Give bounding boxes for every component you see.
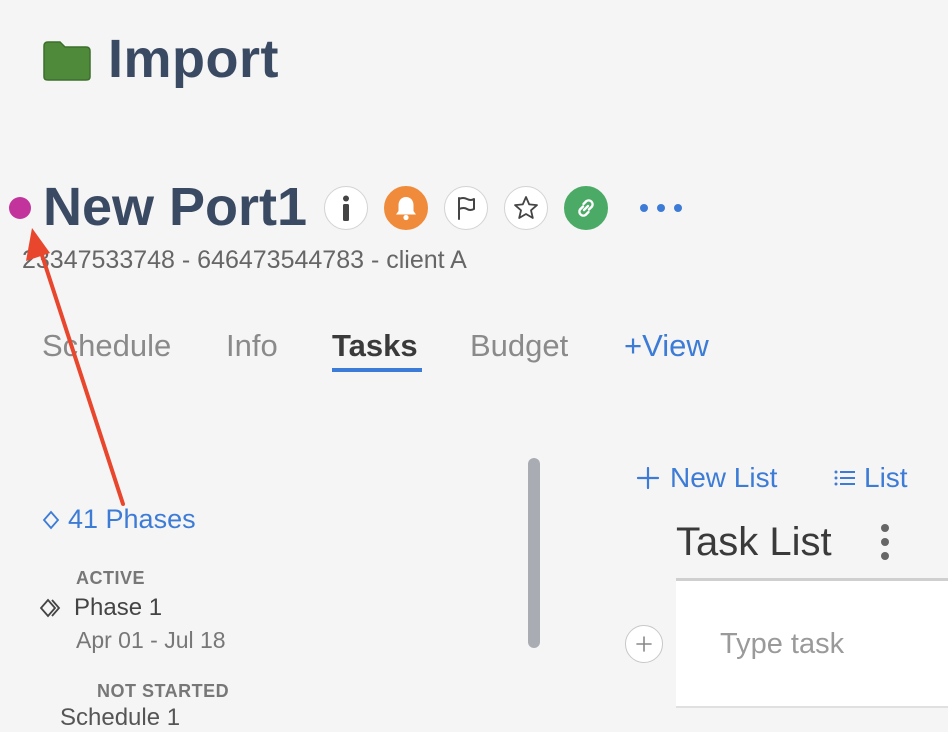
phase-diamond-icon: [40, 598, 61, 618]
status-group-label: NOT STARTED: [97, 681, 230, 701]
task-list-menu-button[interactable]: [878, 524, 892, 560]
task-input[interactable]: [704, 622, 948, 666]
phase-item[interactable]: Schedule 1: [60, 704, 180, 732]
add-task-button[interactable]: [625, 625, 663, 663]
project-subtitle: 23347533748 - 646473544783 - client A: [22, 246, 467, 274]
project-title: New Port1: [43, 177, 308, 237]
flag-button[interactable]: [444, 186, 488, 230]
task-card-divider: [676, 706, 948, 708]
link-button[interactable]: [564, 186, 608, 230]
tab-add-view[interactable]: +View: [624, 328, 709, 364]
list-view-button[interactable]: List: [834, 462, 908, 494]
list-view-label: List: [864, 462, 908, 493]
tab-info[interactable]: Info: [226, 328, 278, 364]
plus-icon: [636, 466, 660, 490]
info-icon: [343, 195, 349, 221]
phase-dates: Apr 01 - Jul 18: [76, 627, 226, 653]
more-options-button[interactable]: [640, 196, 682, 220]
list-icon: [834, 470, 855, 486]
bell-icon: [396, 197, 416, 221]
kebab-icon: [881, 524, 889, 532]
link-icon: [578, 199, 594, 217]
phases-link[interactable]: 41 Phases: [42, 504, 196, 535]
notifications-button[interactable]: [384, 186, 428, 230]
phase-item[interactable]: Phase 1: [40, 594, 162, 622]
folder-icon: [43, 41, 91, 81]
flag-icon: [458, 197, 475, 220]
tab-budget[interactable]: Budget: [470, 328, 568, 364]
star-button[interactable]: [504, 186, 548, 230]
info-button[interactable]: [324, 186, 368, 230]
status-group-label: ACTIVE: [76, 568, 146, 588]
plus-icon: [636, 636, 652, 652]
diamond-icon: [42, 510, 60, 529]
new-list-label: New List: [670, 462, 778, 493]
active-tab-indicator: [332, 368, 422, 372]
task-list-title: Task List: [676, 520, 832, 564]
project-status-dot[interactable]: [9, 197, 31, 219]
tab-tasks[interactable]: Tasks: [332, 328, 418, 364]
more-icon: [640, 204, 648, 212]
star-icon: [514, 196, 538, 219]
phases-link-label: 41 Phases: [68, 504, 196, 534]
phase-name: Phase 1: [74, 594, 163, 621]
scrollbar[interactable]: [528, 458, 540, 648]
folder-title: Import: [108, 29, 279, 89]
new-list-button[interactable]: New List: [636, 462, 777, 494]
tab-schedule[interactable]: Schedule: [42, 328, 171, 364]
